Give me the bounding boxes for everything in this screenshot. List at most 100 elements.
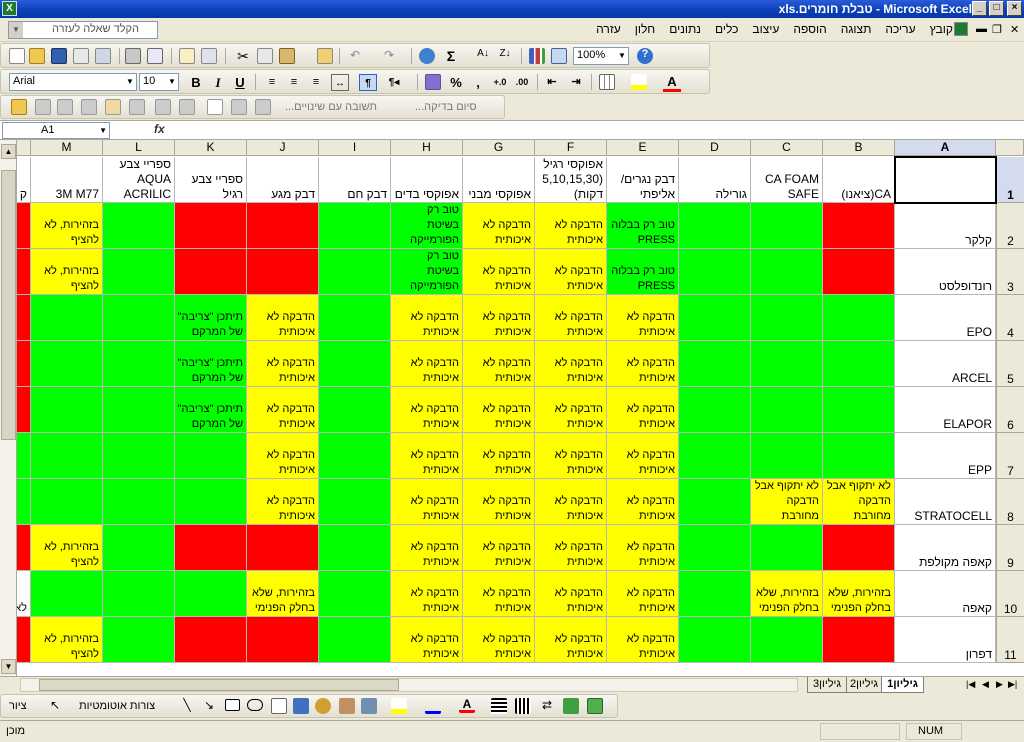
compatibility-cell[interactable]: הדבקה לא איכותית xyxy=(607,295,679,341)
zoom-select[interactable]: 100% ▼ xyxy=(573,47,629,65)
compatibility-cell[interactable] xyxy=(319,295,391,341)
compatibility-cell[interactable] xyxy=(319,203,391,249)
compatibility-cell[interactable] xyxy=(31,571,103,617)
review-options-icon[interactable] xyxy=(255,99,271,115)
compatibility-cell[interactable] xyxy=(823,249,895,295)
compatibility-cell[interactable]: הדבקה לא איכותית xyxy=(463,479,535,525)
excel-app-icon[interactable]: X xyxy=(2,1,17,16)
close-button[interactable]: × xyxy=(1007,1,1022,16)
material-name-cell[interactable]: קלקר xyxy=(895,203,996,249)
compatibility-cell[interactable]: בזהירות, לא להציף xyxy=(31,249,103,295)
end-review-button[interactable]: סיום בדיקה... xyxy=(415,101,477,113)
decrease-decimal-icon[interactable]: .00 xyxy=(513,74,531,91)
autosum-icon[interactable]: Σ xyxy=(443,48,459,64)
compatibility-cell[interactable] xyxy=(103,617,175,663)
header-cell[interactable]: גורילה xyxy=(679,157,751,203)
compatibility-cell[interactable] xyxy=(823,525,895,571)
menu-data[interactable]: נתונים xyxy=(662,22,708,36)
compatibility-cell[interactable] xyxy=(17,249,31,295)
fill-color-icon[interactable] xyxy=(631,74,647,90)
compatibility-cell[interactable]: טוב רק בבלוה PRESS xyxy=(607,203,679,249)
horizontal-scrollbar[interactable] xyxy=(20,678,798,692)
new-comment-icon[interactable] xyxy=(105,99,121,115)
first-sheet-icon[interactable]: |◀ xyxy=(966,679,975,690)
horizontal-scroll-thumb[interactable] xyxy=(39,679,399,691)
compatibility-cell[interactable]: הדבקה לא איכותית xyxy=(247,479,319,525)
italic-button[interactable]: I xyxy=(209,74,227,91)
compatibility-cell[interactable] xyxy=(319,617,391,663)
compatibility-cell[interactable]: טוב רק בשיטת הפורמייקה xyxy=(391,203,463,249)
track-changes-icon[interactable] xyxy=(207,99,223,115)
material-name-cell[interactable]: ELAPOR xyxy=(895,387,996,433)
increase-decimal-icon[interactable]: +.0 xyxy=(491,74,509,91)
compatibility-cell[interactable]: הדבקה לא איכותית xyxy=(607,387,679,433)
maximize-button[interactable]: □ xyxy=(989,1,1004,16)
compatibility-cell[interactable]: הדבקה לא איכותית xyxy=(535,525,607,571)
compatibility-cell[interactable] xyxy=(103,203,175,249)
header-cell[interactable]: ק xyxy=(17,157,31,203)
vertical-scroll-thumb[interactable] xyxy=(1,170,16,440)
font-size-select[interactable]: 10 ▼ xyxy=(139,73,179,91)
row-header[interactable]: 2 xyxy=(996,203,1024,249)
textbox-icon[interactable] xyxy=(271,698,287,714)
dash-style-icon[interactable] xyxy=(515,698,531,714)
copy-icon[interactable] xyxy=(257,48,273,64)
insert-function-icon[interactable]: fx xyxy=(154,122,165,136)
drawing-icon[interactable] xyxy=(551,48,567,64)
compatibility-cell[interactable]: הדבקה לא איכותית xyxy=(463,249,535,295)
undo-icon[interactable]: ↶ xyxy=(347,48,363,64)
clipart-icon[interactable] xyxy=(339,698,355,714)
row-header[interactable]: 6 xyxy=(996,387,1024,433)
column-header-c[interactable]: C xyxy=(751,140,823,156)
underline-button[interactable]: U xyxy=(231,74,249,91)
compatibility-cell[interactable] xyxy=(103,571,175,617)
compatibility-cell[interactable] xyxy=(823,433,895,479)
select-all-corner[interactable] xyxy=(996,140,1024,156)
compatibility-cell[interactable] xyxy=(679,479,751,525)
research-icon[interactable] xyxy=(201,48,217,64)
compatibility-cell[interactable] xyxy=(175,617,247,663)
font-name-select[interactable]: Arial ▼ xyxy=(9,73,137,91)
compatibility-cell[interactable] xyxy=(679,341,751,387)
scroll-down-icon[interactable]: ▼ xyxy=(1,659,16,674)
compatibility-cell[interactable]: הדבקה לא איכותית xyxy=(463,295,535,341)
next-comment-icon[interactable] xyxy=(57,99,73,115)
compatibility-cell[interactable] xyxy=(679,249,751,295)
header-cell[interactable]: אפוקסי מבני xyxy=(463,157,535,203)
redo-icon[interactable]: ↷ xyxy=(381,48,397,64)
compatibility-cell[interactable] xyxy=(319,249,391,295)
chart-wizard-icon[interactable] xyxy=(529,48,545,64)
drawing-font-color-icon[interactable]: A xyxy=(459,697,475,713)
comma-button[interactable]: , xyxy=(469,74,487,91)
compatibility-cell[interactable] xyxy=(175,479,247,525)
material-name-cell[interactable]: קאפה xyxy=(895,571,996,617)
compatibility-cell[interactable] xyxy=(823,617,895,663)
row-header[interactable]: 7 xyxy=(996,433,1024,479)
header-cell[interactable]: CA FOAM SAFE xyxy=(751,157,823,203)
compatibility-cell[interactable] xyxy=(319,387,391,433)
compatibility-cell[interactable]: בזהירות, לא להציף xyxy=(31,525,103,571)
compatibility-cell[interactable]: בזהירות, לא להציף xyxy=(31,203,103,249)
compatibility-cell[interactable] xyxy=(247,617,319,663)
shape-fill-icon[interactable] xyxy=(391,698,407,714)
name-box[interactable]: A1 ▼ xyxy=(2,122,110,139)
chevron-down-icon[interactable]: ▼ xyxy=(9,22,23,38)
material-name-cell[interactable]: STRATOCELL xyxy=(895,479,996,525)
reject-change-icon[interactable] xyxy=(179,99,195,115)
3d-icon[interactable] xyxy=(587,698,603,714)
compatibility-cell[interactable] xyxy=(823,387,895,433)
compatibility-cell[interactable]: הדבקה לא איכותית xyxy=(607,479,679,525)
workbook-icon[interactable] xyxy=(954,22,968,36)
material-name-cell[interactable]: דפרון xyxy=(895,617,996,663)
row-header[interactable]: 1 xyxy=(996,157,1024,203)
new-icon[interactable] xyxy=(9,48,25,64)
compatibility-cell[interactable]: בזהירות, לא להציף xyxy=(31,617,103,663)
compatibility-cell[interactable] xyxy=(679,617,751,663)
compatibility-cell[interactable]: הדבקה לא איכותית xyxy=(247,387,319,433)
next-sheet-icon[interactable]: ▶ xyxy=(996,679,1003,690)
align-right-icon[interactable]: ≡ xyxy=(307,74,325,91)
row-header[interactable]: 8 xyxy=(996,479,1024,525)
compatibility-cell[interactable]: הדבקה לא איכותית xyxy=(391,571,463,617)
material-name-cell[interactable]: EPP xyxy=(895,433,996,479)
row-header[interactable]: 10 xyxy=(996,571,1024,617)
